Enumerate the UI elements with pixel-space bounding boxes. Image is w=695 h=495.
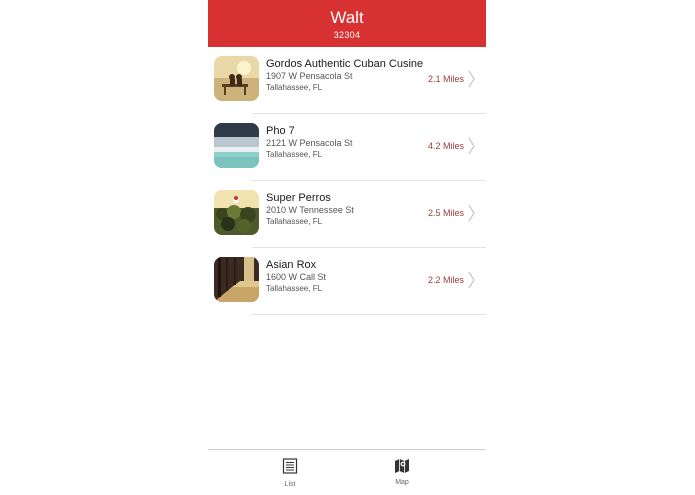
app-screen: Walt 32304 Gordos Authentic Cuban Cusine… <box>208 0 486 495</box>
chevron-right-icon <box>468 137 475 155</box>
restaurant-row[interactable]: Asian Rox 1600 W Call St Tallahassee, FL… <box>214 248 486 315</box>
restaurant-row[interactable]: Gordos Authentic Cuban Cusine 1907 W Pen… <box>214 47 486 114</box>
restaurant-list: Gordos Authentic Cuban Cusine 1907 W Pen… <box>208 47 486 315</box>
restaurant-distance: 2.2 Miles <box>427 275 464 285</box>
tab-list[interactable]: List <box>250 450 330 495</box>
chevron-right-icon <box>468 70 475 88</box>
chevron-right-icon <box>468 204 475 222</box>
nav-header: Walt 32304 <box>208 0 486 47</box>
tab-bar: List Map <box>208 449 486 495</box>
restaurant-photo <box>214 56 259 101</box>
restaurant-city: Tallahassee, FL <box>266 83 323 92</box>
restaurant-city: Tallahassee, FL <box>266 217 323 226</box>
restaurant-photo <box>214 123 259 168</box>
restaurant-address: 1600 W Call St <box>266 272 327 282</box>
chevron-right-icon <box>468 271 475 289</box>
restaurant-photo <box>214 190 259 235</box>
restaurant-name: Pho 7 <box>266 125 295 137</box>
restaurant-city: Tallahassee, FL <box>266 284 323 293</box>
restaurant-distance: 2.5 Miles <box>427 208 464 218</box>
restaurant-name: Gordos Authentic Cuban Cusine <box>266 58 424 70</box>
restaurant-row[interactable]: Super Perros 2010 W Tennessee St Tallaha… <box>214 181 486 248</box>
restaurant-address: 1907 W Pensacola St <box>266 71 353 81</box>
restaurant-name: Asian Rox <box>266 259 317 271</box>
tab-list-label: List <box>284 481 296 488</box>
restaurant-address: 2010 W Tennessee St <box>266 205 354 215</box>
map-icon <box>395 459 409 473</box>
restaurant-distance: 4.2 Miles <box>427 141 464 151</box>
zip-code: 32304 <box>333 30 361 40</box>
restaurant-name: Super Perros <box>266 192 331 204</box>
list-icon <box>282 458 298 474</box>
page-title: Walt <box>330 8 364 27</box>
restaurant-city: Tallahassee, FL <box>266 150 323 159</box>
restaurant-photo <box>214 257 259 302</box>
restaurant-address: 2121 W Pensacola St <box>266 138 353 148</box>
tab-map[interactable]: Map <box>362 450 442 495</box>
restaurant-distance: 2.1 Miles <box>427 74 464 84</box>
restaurant-row[interactable]: Pho 7 2121 W Pensacola St Tallahassee, F… <box>214 114 486 181</box>
tab-map-label: Map <box>395 479 409 486</box>
